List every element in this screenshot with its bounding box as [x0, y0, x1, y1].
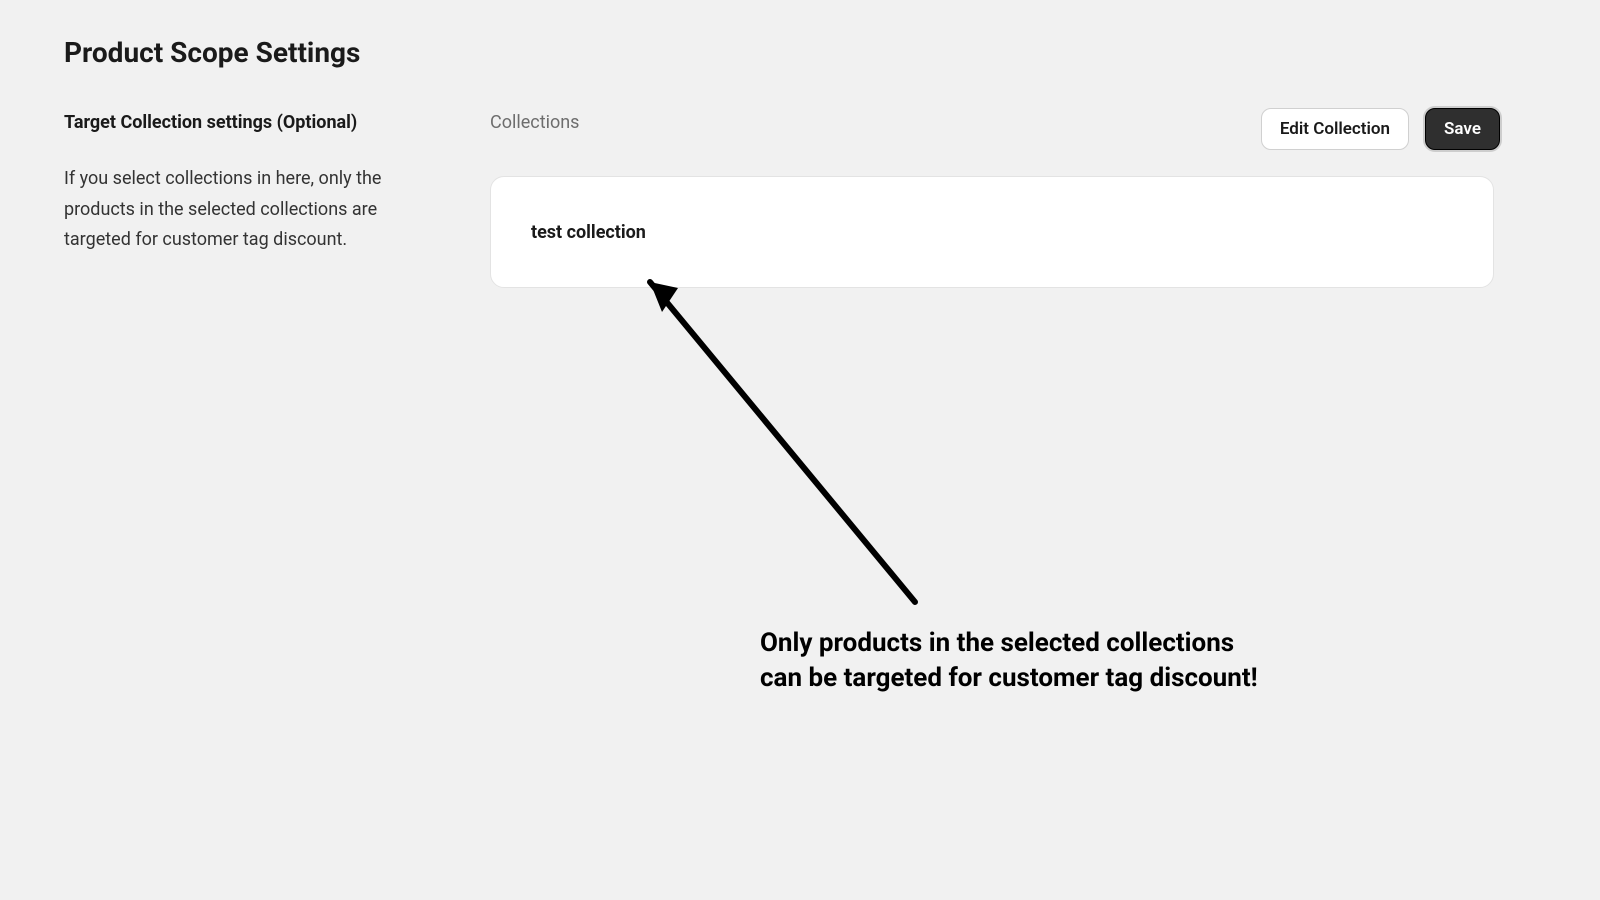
edit-collection-button[interactable]: Edit Collection — [1261, 108, 1409, 150]
section-heading: Target Collection settings (Optional) — [64, 112, 357, 133]
collection-card: test collection — [490, 176, 1494, 288]
action-buttons: Edit Collection Save — [1261, 108, 1500, 150]
page-title: Product Scope Settings — [64, 36, 360, 69]
section-description: If you select collections in here, only … — [64, 164, 444, 256]
save-button[interactable]: Save — [1425, 108, 1500, 150]
annotation-arrow-icon — [640, 272, 940, 632]
collections-label: Collections — [490, 112, 579, 133]
collection-name: test collection — [531, 222, 646, 243]
annotation-text: Only products in the selected collection… — [760, 626, 1258, 696]
